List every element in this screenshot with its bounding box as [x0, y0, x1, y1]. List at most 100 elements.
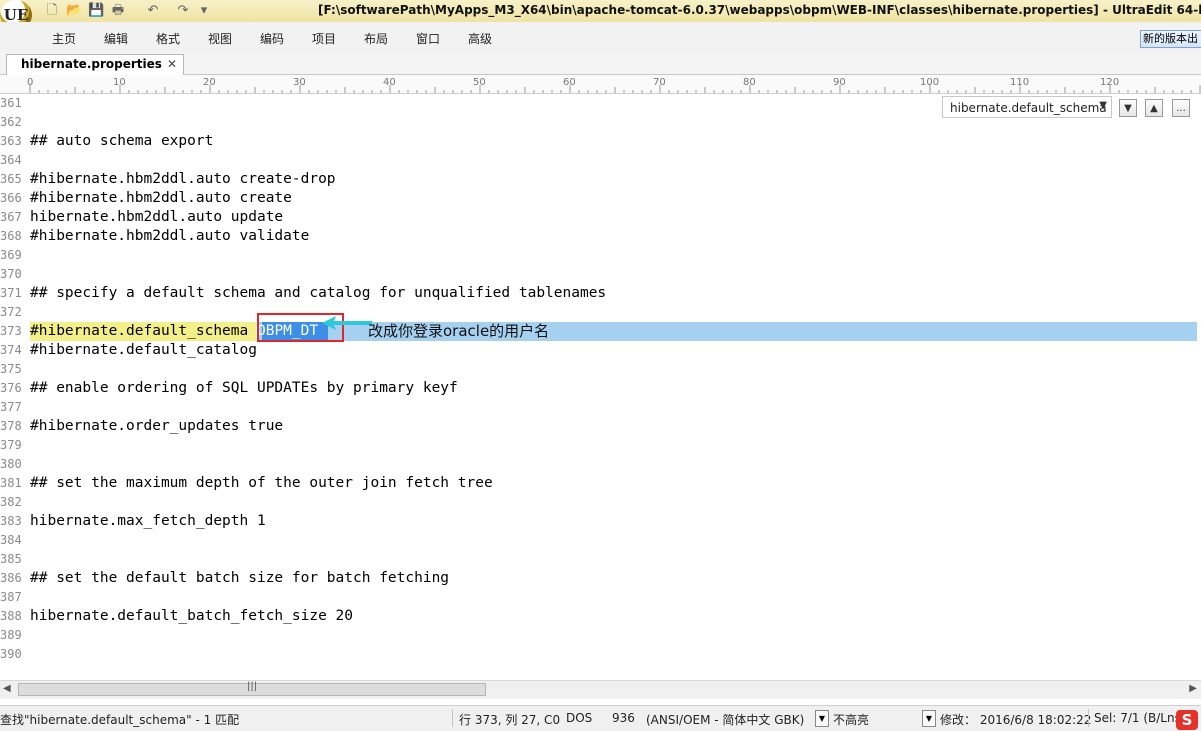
code-line[interactable]: 371 ## specify a default schema and catal… [0, 284, 1201, 303]
menu-edit[interactable]: 编辑 [104, 30, 128, 47]
ruler-label: 70 [653, 77, 666, 88]
line-number: 366 [0, 191, 22, 205]
code-line[interactable]: 376 ## enable ordering of SQL UPDATEs by … [0, 379, 1201, 398]
menu-window[interactable]: 窗口 [416, 30, 440, 47]
line-number: 389 [0, 628, 22, 642]
title-bar: UE 🗋 📂 💾 🖶 ↶ ↷ ▾ [F:\softwarePath\MyApps… [0, 0, 1201, 30]
line-text: ## set the default batch size for batch … [30, 570, 450, 586]
editor-pane[interactable]: 361 362 363 ## auto schema export 364 365… [0, 94, 1201, 680]
file-tab-hibernate-properties[interactable]: hibernate.properties ✕ [6, 54, 184, 75]
code-line[interactable]: 379 [0, 436, 1201, 455]
line-number: 373 [0, 324, 22, 338]
code-line[interactable]: 383 hibernate.max_fetch_depth 1 [0, 512, 1201, 531]
code-line-current[interactable]: 373 #hibernate.default_schema OBPM_DT [0, 322, 1201, 341]
menu-advanced[interactable]: 高级 [468, 30, 492, 47]
menu-format[interactable]: 格式 [156, 30, 180, 47]
menu-home[interactable]: 主页 [52, 30, 76, 47]
line-ending[interactable]: DOS [566, 711, 592, 725]
code-line[interactable]: 368 #hibernate.hbm2ddl.auto validate [0, 227, 1201, 246]
status-bar: 查找"hibernate.default_schema" - 1 匹配 行 37… [0, 705, 1201, 731]
codepage[interactable]: 936 [612, 711, 635, 725]
code-line[interactable]: 377 [0, 398, 1201, 417]
code-line[interactable]: 388 hibernate.default_batch_fetch_size 20 [0, 607, 1201, 626]
previous-function-button[interactable]: ▲ [1145, 99, 1163, 117]
line-number: 361 [0, 96, 22, 110]
file-tab-bar: hibernate.properties ✕ [0, 52, 1201, 75]
scrollbar-thumb[interactable]: ||| [18, 681, 486, 696]
line-number: 364 [0, 153, 22, 167]
highlighting-dropdown-icon[interactable]: ▼ [922, 710, 936, 727]
scroll-right-icon[interactable]: ▶ [1189, 683, 1197, 694]
code-line[interactable]: 390 [0, 645, 1201, 664]
line-number: 378 [0, 419, 22, 433]
line-text: hibernate.max_fetch_depth 1 [30, 513, 266, 529]
save-icon[interactable]: 💾 [88, 3, 104, 19]
code-line[interactable]: 372 [0, 303, 1201, 322]
code-line[interactable]: 369 [0, 246, 1201, 265]
code-line[interactable]: 381 ## set the maximum depth of the outer… [0, 474, 1201, 493]
code-line[interactable]: 386 ## set the default batch size for bat… [0, 569, 1201, 588]
menu-view[interactable]: 视图 [208, 30, 232, 47]
print-icon[interactable]: 🖶 [110, 3, 126, 19]
code-line[interactable]: 367 hibernate.hbm2ddl.auto update [0, 208, 1201, 227]
ruler-label: 90 [833, 77, 846, 88]
close-tab-icon[interactable]: ✕ [167, 57, 177, 71]
menu-layout[interactable]: 布局 [364, 30, 388, 47]
code-line[interactable]: 387 [0, 588, 1201, 607]
ime-logo-icon[interactable]: S [1176, 710, 1198, 730]
code-line[interactable]: 366 #hibernate.hbm2ddl.auto create [0, 189, 1201, 208]
code-line[interactable]: 378 #hibernate.order_updates true [0, 417, 1201, 436]
menu-encoding[interactable]: 编码 [260, 30, 284, 47]
code-line[interactable]: 380 [0, 455, 1201, 474]
redo-icon[interactable]: ↷ [175, 3, 191, 19]
ruler-label: 60 [563, 77, 576, 88]
line-number: 384 [0, 533, 22, 547]
code-line[interactable]: 385 [0, 550, 1201, 569]
ruler-label: 110 [1010, 77, 1030, 88]
line-text: #hibernate.hbm2ddl.auto create [30, 190, 292, 206]
code-line[interactable]: 365 #hibernate.hbm2ddl.auto create-drop [0, 170, 1201, 189]
code-line[interactable]: 384 [0, 531, 1201, 550]
ruler-label: 120 [1100, 77, 1120, 88]
code-line[interactable]: 364 [0, 151, 1201, 170]
find-result-status: 查找"hibernate.default_schema" - 1 匹配 [0, 713, 240, 727]
line-number: 372 [0, 305, 22, 319]
code-line[interactable]: 370 [0, 265, 1201, 284]
new-file-icon[interactable]: 🗋 [44, 3, 60, 19]
customize-quick-access-icon[interactable]: ▾ [196, 3, 212, 19]
open-folder-icon[interactable]: 📂 [66, 3, 82, 19]
line-number: 376 [0, 381, 22, 395]
code-line[interactable]: 374 #hibernate.default_catalog [0, 341, 1201, 360]
new-version-button[interactable]: 新的版本出 [1140, 30, 1201, 48]
ribbon-tabs: 主页 编辑 格式 视图 编码 项目 布局 窗口 高级 [0, 22, 1201, 53]
line-number: 370 [0, 267, 22, 281]
scroll-left-icon[interactable]: ◀ [3, 683, 11, 694]
code-line[interactable]: 382 [0, 493, 1201, 512]
line-text: #hibernate.hbm2ddl.auto create-drop [30, 171, 336, 187]
line-number: 388 [0, 609, 22, 623]
function-list-more-button[interactable]: ... [1172, 99, 1190, 117]
undo-icon[interactable]: ↶ [145, 3, 161, 19]
code-line[interactable]: 363 ## auto schema export [0, 132, 1201, 151]
encoding-dropdown-icon[interactable]: ▼ [815, 710, 829, 727]
line-number: 374 [0, 343, 22, 357]
function-list-dropdown[interactable]: hibernate.default_schema ▼ [942, 96, 1112, 118]
line-number: 387 [0, 590, 22, 604]
chevron-down-icon: ▼ [1099, 100, 1107, 111]
code-line[interactable]: 389 [0, 626, 1201, 645]
next-function-button[interactable]: ▼ [1119, 99, 1137, 117]
syntax-highlighting[interactable]: 不高亮 [833, 711, 869, 728]
line-number: 382 [0, 495, 22, 509]
code-line[interactable]: 375 [0, 360, 1201, 379]
file-tab-label: hibernate.properties [21, 57, 162, 71]
line-number: 385 [0, 552, 22, 566]
line-text: hibernate.default_batch_fetch_size 20 [30, 608, 354, 624]
line-number: 368 [0, 229, 22, 243]
line-number: 377 [0, 400, 22, 414]
ruler-label: 80 [743, 77, 756, 88]
menu-project[interactable]: 项目 [312, 30, 336, 47]
encoding-name[interactable]: (ANSI/OEM - 简体中文 GBK) [646, 711, 804, 728]
horizontal-scrollbar[interactable]: ◀ ||| ▶ [0, 680, 1201, 699]
annotation-arrow-icon [322, 316, 372, 330]
line-number: 363 [0, 134, 22, 148]
